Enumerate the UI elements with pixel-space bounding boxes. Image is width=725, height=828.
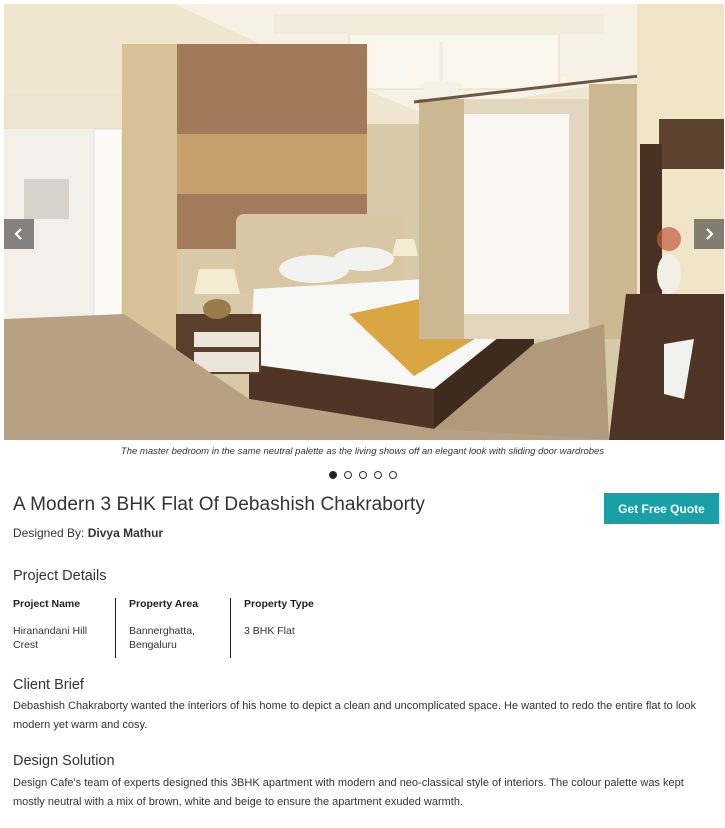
carousel-dot-1[interactable] bbox=[328, 471, 337, 479]
designed-by-label: Designed By: bbox=[13, 526, 85, 540]
get-free-quote-button[interactable]: Get Free Quote bbox=[604, 493, 719, 524]
image-carousel[interactable] bbox=[4, 4, 724, 440]
detail-property-area: Property Area Bannerghatta, Bengaluru bbox=[115, 598, 230, 658]
designed-by: Designed By: Divya Mathur bbox=[13, 526, 163, 540]
client-brief-heading: Client Brief bbox=[13, 677, 84, 693]
design-solution-heading: Design Solution bbox=[13, 753, 115, 769]
carousel-dot-2[interactable] bbox=[343, 471, 352, 479]
detail-label: Property Type bbox=[244, 598, 314, 610]
carousel-pagination bbox=[0, 471, 725, 479]
image-caption: The master bedroom in the same neutral p… bbox=[120, 446, 605, 457]
design-solution-text: Design Cafe's team of experts designed t… bbox=[13, 777, 684, 808]
carousel-next-button[interactable] bbox=[694, 219, 724, 249]
detail-label: Property Area bbox=[129, 598, 199, 610]
project-details-heading: Project Details bbox=[13, 568, 107, 584]
page-title: A Modern 3 BHK Flat Of Debashish Chakrab… bbox=[13, 494, 426, 515]
detail-property-type: Property Type 3 BHK Flat bbox=[230, 598, 340, 658]
chevron-left-icon bbox=[14, 228, 22, 240]
carousel-prev-button[interactable] bbox=[4, 219, 34, 249]
chevron-right-icon bbox=[706, 228, 714, 240]
bedroom-photo bbox=[4, 4, 724, 440]
carousel-dot-3[interactable] bbox=[358, 471, 367, 479]
project-details: Project Name Hiranandani Hill Crest Prop… bbox=[13, 598, 340, 658]
client-brief-text: Debashish Chakraborty wanted the interio… bbox=[13, 700, 697, 731]
carousel-dot-5[interactable] bbox=[388, 471, 397, 479]
detail-project-name: Project Name Hiranandani Hill Crest bbox=[13, 598, 115, 658]
carousel-dot-4[interactable] bbox=[373, 471, 382, 479]
detail-value: Hiranandani Hill Crest bbox=[13, 625, 88, 651]
detail-value: Bannerghatta, Bengaluru bbox=[129, 625, 195, 651]
detail-label: Project Name bbox=[13, 598, 81, 610]
detail-value: 3 BHK Flat bbox=[244, 625, 295, 637]
designer-name: Divya Mathur bbox=[87, 526, 164, 540]
